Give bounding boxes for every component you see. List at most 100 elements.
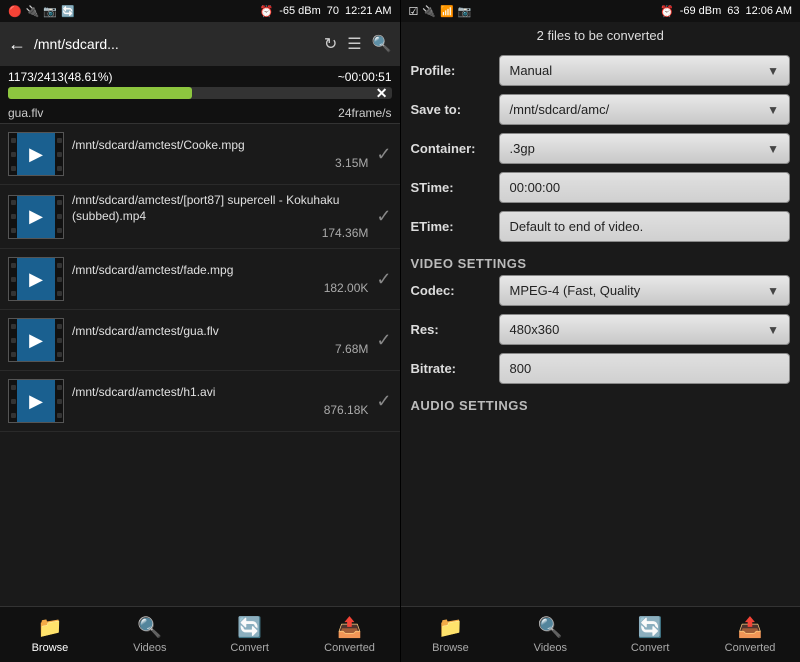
- file-list: ▶ /mnt/sdcard/amctest/Cooke.mpg 3.15M ✓ …: [0, 124, 400, 606]
- progress-section: 1173/2413(48.61%) ~00:00:51 ✕: [0, 66, 400, 103]
- browse-label-right: Browse: [432, 642, 469, 654]
- nav-item-videos-right[interactable]: 🔍 Videos: [500, 607, 600, 662]
- file-path: /mnt/sdcard/amctest/fade.mpg: [72, 263, 368, 279]
- nav-item-converted[interactable]: 📤 Converted: [300, 607, 400, 662]
- play-icon: ▶: [29, 330, 43, 351]
- refresh-icon[interactable]: ↻: [324, 34, 337, 54]
- audio-settings-header: AUDIO SETTINGS: [411, 392, 791, 417]
- file-thumbnail: ▶: [8, 132, 64, 176]
- convert-label: Convert: [230, 642, 269, 654]
- chevron-down-icon: ▼: [767, 103, 779, 117]
- chevron-down-icon: ▼: [767, 284, 779, 298]
- signal-strength-right: -69 dBm: [680, 5, 722, 17]
- nav-item-browse-right[interactable]: 📁 Browse: [401, 607, 501, 662]
- file-size: 7.68M: [72, 342, 368, 356]
- file-thumbnail: ▶: [8, 318, 64, 362]
- nav-item-convert[interactable]: 🔄 Convert: [200, 607, 300, 662]
- list-item[interactable]: ▶ /mnt/sdcard/amctest/h1.avi 876.18K ✓: [0, 371, 400, 432]
- nav-item-convert-right[interactable]: 🔄 Convert: [600, 607, 700, 662]
- play-icon: ▶: [29, 269, 43, 290]
- res-control: 480x360 ▼: [499, 314, 791, 345]
- container-control: .3gp ▼: [499, 133, 791, 164]
- framerate-label: 24frame/s: [338, 106, 391, 120]
- converted-label-right: Converted: [725, 642, 776, 654]
- signal-icon-right: 📶: [440, 5, 454, 18]
- chevron-down-icon: ▼: [767, 323, 779, 337]
- container-row: Container: .3gp ▼: [411, 133, 791, 164]
- res-label: Res:: [411, 322, 491, 337]
- nav-item-browse[interactable]: 📁 Browse: [0, 607, 100, 662]
- saveto-row: Save to: /mnt/sdcard/amc/ ▼: [411, 94, 791, 125]
- profile-dropdown[interactable]: Manual ▼: [499, 55, 791, 86]
- signal-strength-left: -65 dBm: [279, 5, 321, 17]
- profile-label: Profile:: [411, 63, 491, 78]
- nav-icons: ↻ ☰ 🔍: [324, 34, 392, 54]
- videos-label: Videos: [133, 642, 166, 654]
- menu-icon[interactable]: ☰: [347, 34, 361, 54]
- stime-input[interactable]: 00:00:00: [499, 172, 791, 203]
- file-size: 3.15M: [72, 156, 368, 170]
- profile-control: Manual ▼: [499, 55, 791, 86]
- saveto-label: Save to:: [411, 102, 491, 117]
- bitrate-input[interactable]: 800: [499, 353, 791, 384]
- file-size: 174.36M: [72, 226, 368, 240]
- container-value: .3gp: [510, 141, 535, 156]
- videos-icon: 🔍: [137, 615, 162, 640]
- bitrate-label: Bitrate:: [411, 361, 491, 376]
- battery-right: 63: [727, 5, 739, 17]
- convert-icon-right: 🔄: [638, 615, 663, 640]
- play-icon: ▶: [29, 206, 43, 227]
- browse-icon: 📁: [37, 615, 62, 640]
- etime-row: ETime: Default to end of video.: [411, 211, 791, 242]
- saveto-dropdown[interactable]: /mnt/sdcard/amc/ ▼: [499, 94, 791, 125]
- etime-label: ETime:: [411, 219, 491, 234]
- stime-row: STime: 00:00:00: [411, 172, 791, 203]
- convert-label-right: Convert: [631, 642, 670, 654]
- file-thumbnail: ▶: [8, 257, 64, 301]
- list-item[interactable]: ▶ /mnt/sdcard/amctest/Cooke.mpg 3.15M ✓: [0, 124, 400, 185]
- file-path: /mnt/sdcard/amctest/Cooke.mpg: [72, 138, 368, 154]
- etime-input[interactable]: Default to end of video.: [499, 211, 791, 242]
- saveto-value: /mnt/sdcard/amc/: [510, 102, 610, 117]
- saveto-control: /mnt/sdcard/amc/ ▼: [499, 94, 791, 125]
- nav-item-converted-right[interactable]: 📤 Converted: [700, 607, 800, 662]
- file-thumbnail: ▶: [8, 195, 64, 239]
- back-button[interactable]: ←: [8, 34, 26, 55]
- convert-icon: 🔄: [237, 615, 262, 640]
- progress-info: 1173/2413(48.61%) ~00:00:51: [8, 70, 392, 84]
- container-dropdown[interactable]: .3gp ▼: [499, 133, 791, 164]
- close-button[interactable]: ✕: [376, 85, 388, 102]
- stime-label: STime:: [411, 180, 491, 195]
- bitrate-control: 800: [499, 353, 791, 384]
- check-icon: ✓: [376, 330, 391, 351]
- list-item[interactable]: ▶ /mnt/sdcard/amctest/fade.mpg 182.00K ✓: [0, 249, 400, 310]
- current-file-bar: gua.flv 24frame/s: [0, 103, 400, 124]
- status-left-icons: 🔴 🔌 📷 🔄: [8, 5, 75, 18]
- nav-item-videos[interactable]: 🔍 Videos: [100, 607, 200, 662]
- file-size: 876.18K: [72, 403, 368, 417]
- converted-label: Converted: [324, 642, 375, 654]
- search-icon[interactable]: 🔍: [372, 34, 392, 54]
- alarm-icon-right: ⏰: [660, 5, 674, 18]
- progress-fill: [8, 87, 192, 99]
- status-bar-right: ☑ 🔌 📶 📷 ⏰ -69 dBm 63 12:06 AM: [401, 0, 800, 22]
- res-dropdown[interactable]: 480x360 ▼: [499, 314, 791, 345]
- time-left: 12:21 AM: [345, 5, 391, 17]
- list-item[interactable]: ▶ /mnt/sdcard/amctest/[port87] supercell…: [0, 185, 400, 249]
- file-path: /mnt/sdcard/amctest/gua.flv: [72, 324, 368, 340]
- bottom-nav-left: 📁 Browse 🔍 Videos 🔄 Convert 📤 Converted: [0, 606, 400, 662]
- codec-row: Codec: MPEG-4 (Fast, Quality ▼: [411, 275, 791, 306]
- play-icon: ▶: [29, 144, 43, 165]
- settings-panel: Profile: Manual ▼ Save to: /mnt/sdcard/a…: [401, 49, 800, 606]
- check-icon-right: ☑: [409, 5, 419, 18]
- status-right-info: ⏰ -65 dBm 70 12:21 AM: [259, 5, 391, 18]
- profile-value: Manual: [510, 63, 553, 78]
- file-info: /mnt/sdcard/amctest/fade.mpg 182.00K: [72, 263, 368, 295]
- videos-icon-right: 🔍: [538, 615, 563, 640]
- battery-left: 70: [327, 5, 339, 17]
- status-icon-2: 🔌: [26, 5, 40, 18]
- stime-control: 00:00:00: [499, 172, 791, 203]
- list-item[interactable]: ▶ /mnt/sdcard/amctest/gua.flv 7.68M ✓: [0, 310, 400, 371]
- codec-dropdown[interactable]: MPEG-4 (Fast, Quality ▼: [499, 275, 791, 306]
- status-icon-4: 🔄: [61, 5, 75, 18]
